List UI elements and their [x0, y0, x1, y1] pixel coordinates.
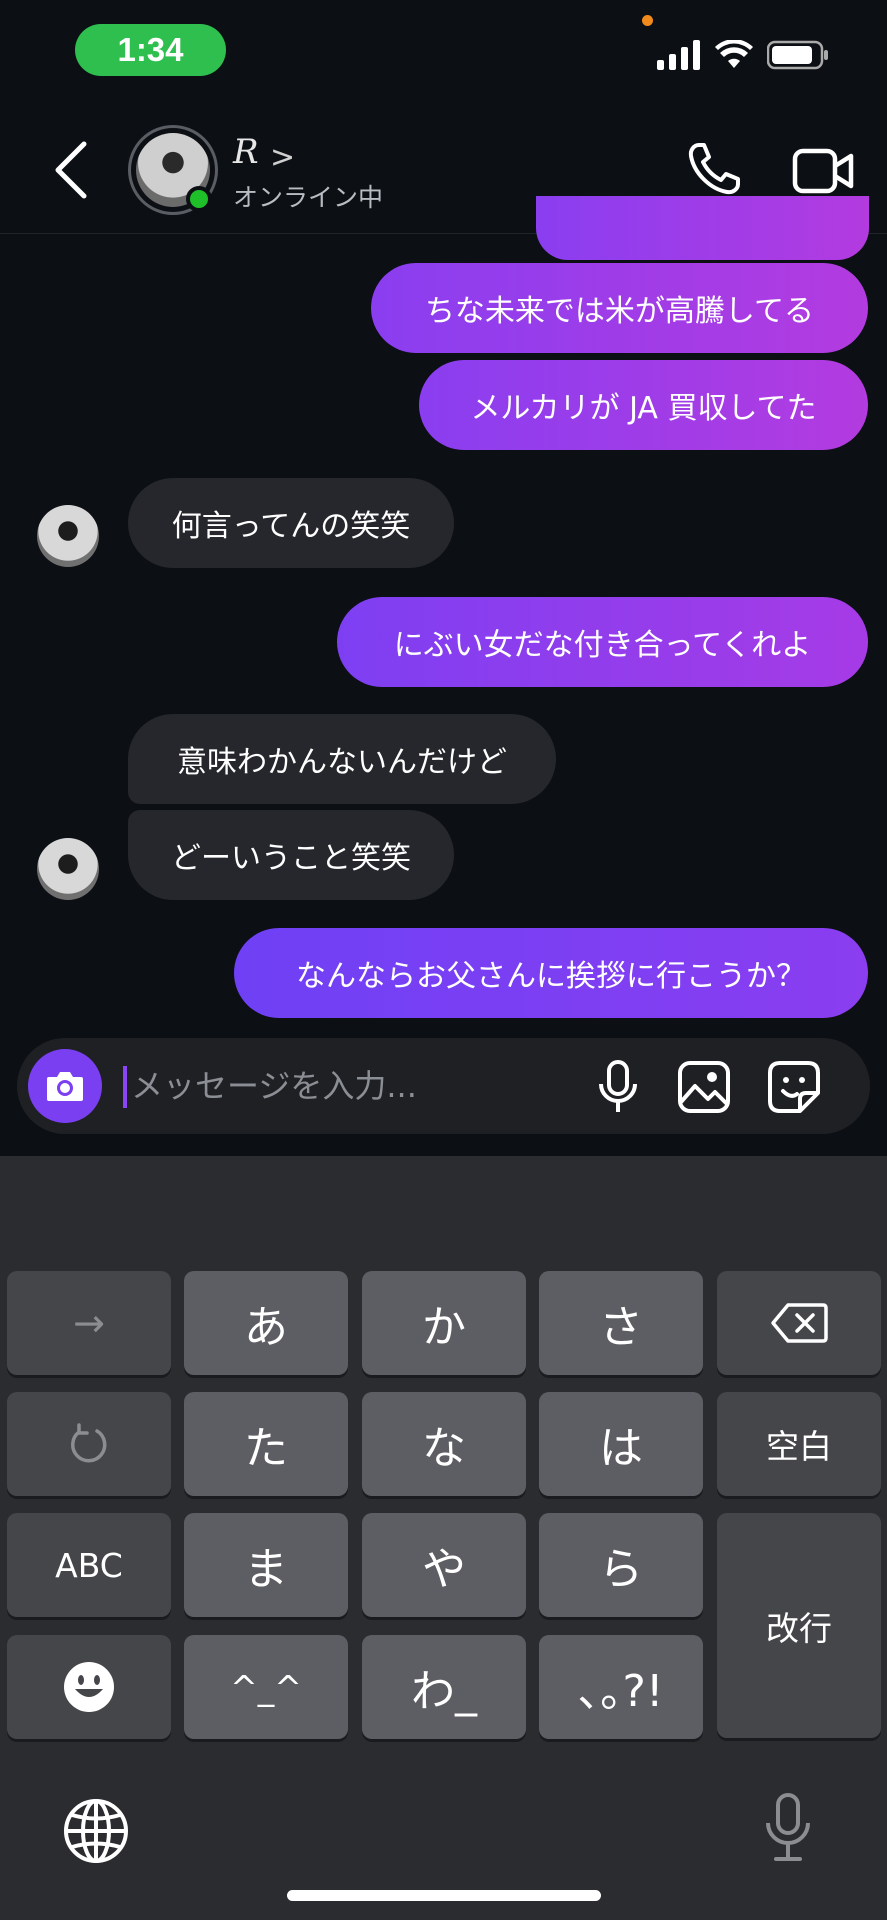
- key-space[interactable]: 空白: [717, 1392, 881, 1496]
- key-emoji[interactable]: [7, 1635, 171, 1739]
- emoji-icon: [64, 1662, 114, 1712]
- status-icons: [657, 40, 829, 70]
- wifi-icon: [715, 40, 753, 68]
- key-wa[interactable]: わ_: [362, 1635, 526, 1739]
- home-indicator[interactable]: [287, 1890, 601, 1901]
- message-bubble-incoming[interactable]: 何言ってんの笑笑: [128, 478, 454, 568]
- battery-icon: [767, 40, 828, 70]
- name-chevron-icon[interactable]: >: [270, 140, 295, 175]
- key-na[interactable]: な: [362, 1392, 526, 1496]
- contact-name[interactable]: R: [233, 132, 259, 172]
- message-avatar[interactable]: [37, 838, 99, 900]
- message-bubble-partial[interactable]: [536, 196, 869, 260]
- online-status-dot: [186, 186, 212, 212]
- contact-online-status: オンライン中: [233, 183, 384, 212]
- key-ra[interactable]: ら: [539, 1513, 703, 1617]
- key-a[interactable]: あ: [184, 1271, 348, 1375]
- message-bubble-incoming[interactable]: 意味わかんないんだけど: [128, 714, 556, 804]
- key-arrow-right[interactable]: →: [7, 1271, 171, 1375]
- key-sa[interactable]: さ: [539, 1271, 703, 1375]
- sticker-icon[interactable]: [767, 1060, 821, 1114]
- key-punctuation[interactable]: ､｡?!: [539, 1635, 703, 1739]
- key-ma[interactable]: ま: [184, 1513, 348, 1617]
- privacy-indicator-dot: [642, 15, 653, 26]
- chevron-left-icon[interactable]: [50, 138, 94, 202]
- key-ta[interactable]: た: [184, 1392, 348, 1496]
- key-abc[interactable]: ABC: [7, 1513, 171, 1617]
- globe-icon[interactable]: [63, 1798, 129, 1864]
- text-caret: [123, 1066, 127, 1108]
- message-composer: [17, 1038, 870, 1134]
- camera-button[interactable]: [28, 1049, 102, 1123]
- camera-icon: [47, 1072, 83, 1101]
- dictation-mic-icon[interactable]: [762, 1793, 814, 1863]
- message-bubble-outgoing[interactable]: ちな未来では米が高騰してる: [371, 263, 868, 353]
- key-ha[interactable]: は: [539, 1392, 703, 1496]
- signal-icon: [657, 40, 700, 70]
- undo-icon: [71, 1423, 107, 1463]
- key-ya[interactable]: や: [362, 1513, 526, 1617]
- phone-icon[interactable]: [685, 140, 743, 198]
- message-bubble-outgoing[interactable]: メルカリが JA 買収してた: [419, 360, 868, 450]
- message-bubble-outgoing[interactable]: なんならお父さんに挨拶に行こうか？: [234, 928, 868, 1018]
- video-icon[interactable]: [792, 146, 854, 196]
- key-enter[interactable]: 改行: [717, 1513, 881, 1738]
- message-bubble-outgoing[interactable]: にぶい女だな付き合ってくれよ: [337, 597, 868, 687]
- key-kaomoji[interactable]: ^_^: [184, 1635, 348, 1739]
- key-backspace[interactable]: [717, 1271, 881, 1375]
- backspace-icon: [771, 1303, 828, 1343]
- key-undo[interactable]: [7, 1392, 171, 1496]
- message-avatar[interactable]: [37, 505, 99, 567]
- image-icon[interactable]: [677, 1060, 731, 1114]
- status-time: 1:34: [75, 24, 226, 76]
- message-input[interactable]: [131, 1058, 461, 1114]
- key-ka[interactable]: か: [362, 1271, 526, 1375]
- message-bubble-incoming[interactable]: どーいうこと笑笑: [128, 810, 454, 900]
- microphone-icon[interactable]: [592, 1060, 644, 1114]
